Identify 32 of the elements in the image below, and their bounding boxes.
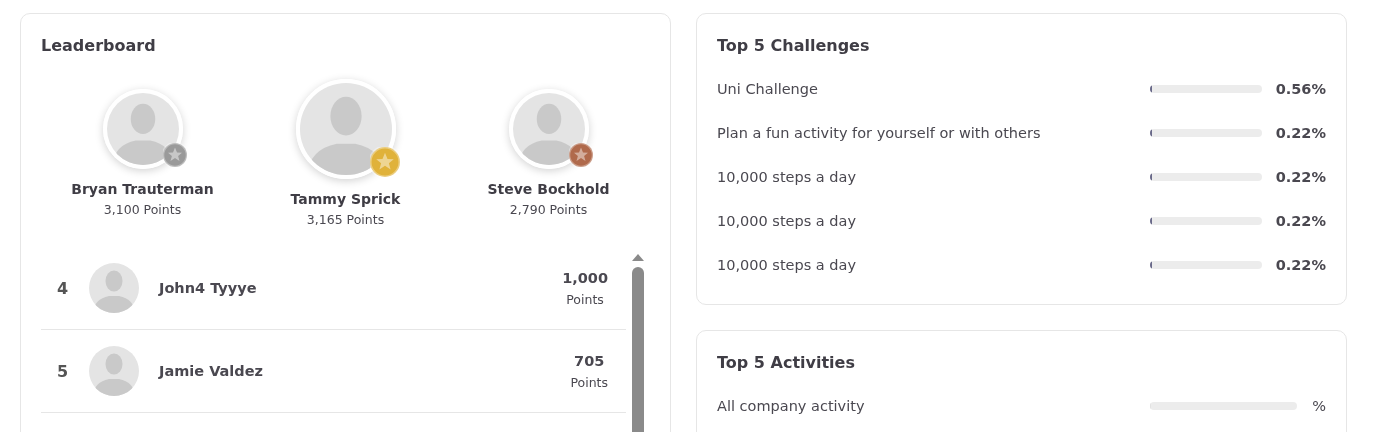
item-label: 10,000 steps a day [717,213,858,229]
percent-value: 0.22% [1274,213,1326,229]
percent-value: 0.22% [1274,257,1326,273]
player-name: Bryan Trauterman [71,181,214,197]
player-points: 3,100 Points [103,202,182,217]
player-points: 1,000 [562,269,608,286]
player-name: Tammy Sprick [290,191,401,207]
avatar [89,263,139,313]
player-name: John4 Tyyye [159,280,258,296]
item-label: Plan a fun activity for yourself or with others [717,125,1042,141]
rank-number: 5 [56,361,70,381]
percent-value: 0.22% [1274,125,1326,141]
points-label: Points [570,374,608,390]
card-title: Leaderboard [41,36,157,55]
percent-value: 0.56% [1274,81,1326,97]
item-label: All company activity [717,398,866,414]
rank-number: 4 [56,278,70,298]
item-label: Uni Challenge [717,81,819,97]
item-label: 10,000 steps a day [717,169,858,185]
player-points: 2,790 Points [509,202,588,217]
player-name: Jamie Valdez [159,363,264,379]
avatar [89,346,139,396]
player-points: 3,165 Points [306,212,385,227]
percent-value: 0.22% [1274,169,1326,185]
percent-value: % [1311,398,1326,414]
player-name: Steve Bockhold [487,181,610,197]
scroll-up-icon[interactable] [631,253,645,262]
points-label: Points [566,291,604,307]
item-label: 10,000 steps a day [717,257,858,273]
card-title: Top 5 Challenges [717,36,871,55]
player-points: 705 [574,352,605,369]
card-title: Top 5 Activities [717,353,856,372]
